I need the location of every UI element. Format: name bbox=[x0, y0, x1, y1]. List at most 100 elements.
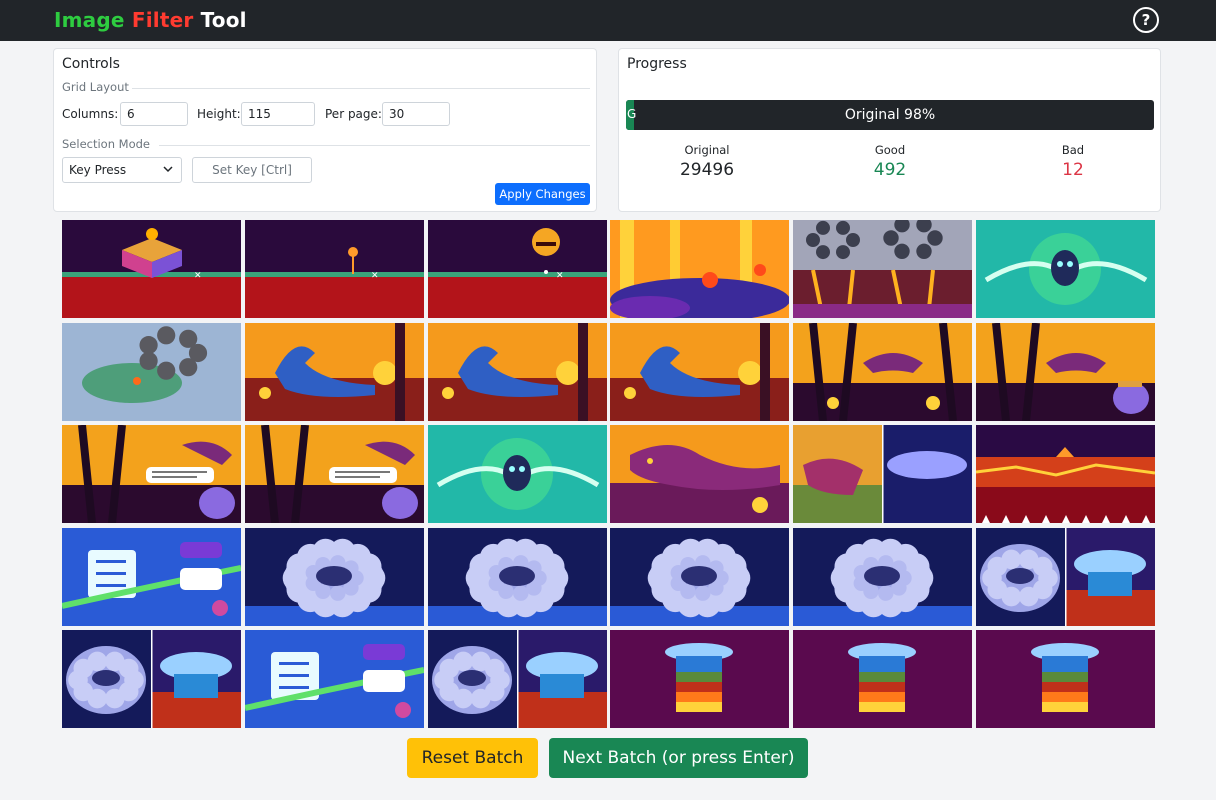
image-thumbnail[interactable] bbox=[975, 322, 1155, 421]
thumbnail-image bbox=[244, 425, 424, 523]
app-title-word-2: Filter bbox=[131, 8, 194, 32]
thumbnail-image bbox=[62, 322, 241, 421]
thumbnail-image bbox=[793, 630, 973, 728]
image-thumbnail[interactable] bbox=[610, 425, 790, 523]
columns-input[interactable]: 6 bbox=[120, 102, 188, 126]
thumbnail-image: ✕ bbox=[244, 220, 424, 318]
thumbnail-image bbox=[244, 527, 424, 626]
image-thumbnail[interactable] bbox=[62, 322, 241, 421]
stat-good: Good 492 bbox=[830, 143, 950, 180]
progress-bar-text: Original 98% bbox=[844, 107, 936, 123]
controls-title: Controls bbox=[62, 56, 120, 72]
selection-mode-value: Key Press bbox=[69, 163, 127, 177]
selection-mode-label: Selection Mode bbox=[62, 137, 150, 151]
set-key-button[interactable]: Set Key [Ctrl] bbox=[192, 157, 312, 183]
image-thumbnail[interactable] bbox=[793, 527, 973, 626]
selection-mode-select[interactable]: Key Press bbox=[62, 157, 182, 183]
controls-panel: Controls Grid Layout Columns: 6 Height: … bbox=[53, 48, 597, 212]
app-title: Image Filter Tool bbox=[54, 8, 247, 32]
thumbnail-image bbox=[244, 630, 424, 728]
progress-title: Progress bbox=[627, 56, 687, 72]
thumbnail-image bbox=[427, 630, 607, 728]
thumbnail-image bbox=[793, 425, 973, 523]
stat-bad-label: Bad bbox=[1061, 143, 1085, 157]
image-thumbnail[interactable] bbox=[427, 322, 607, 421]
svg-text:✕: ✕ bbox=[556, 271, 564, 281]
image-thumbnail[interactable] bbox=[62, 630, 241, 728]
stat-good-value: 492 bbox=[873, 160, 907, 180]
stat-original-value: 29496 bbox=[679, 160, 735, 180]
svg-text:✕: ✕ bbox=[371, 271, 379, 281]
image-thumbnail[interactable] bbox=[610, 322, 790, 421]
image-thumbnail[interactable] bbox=[793, 322, 973, 421]
height-label: Height: bbox=[197, 107, 241, 121]
thumbnail-image bbox=[975, 630, 1155, 728]
image-grid: ✕ ✕ ✕ bbox=[62, 220, 1155, 728]
image-thumbnail[interactable] bbox=[244, 527, 424, 626]
height-input[interactable]: 115 bbox=[241, 102, 315, 126]
thumbnail-image bbox=[62, 630, 241, 728]
thumbnail-image bbox=[610, 630, 790, 728]
stat-good-label: Good bbox=[874, 143, 906, 157]
image-thumbnail[interactable] bbox=[975, 220, 1155, 318]
image-thumbnail[interactable] bbox=[244, 630, 424, 728]
next-batch-button[interactable]: Next Batch (or press Enter) bbox=[549, 738, 808, 778]
image-thumbnail[interactable] bbox=[793, 630, 973, 728]
thumbnail-image bbox=[610, 322, 790, 421]
image-thumbnail[interactable] bbox=[975, 425, 1155, 523]
thumbnail-image bbox=[975, 527, 1155, 626]
image-thumbnail[interactable] bbox=[610, 220, 790, 318]
stat-bad: Bad 12 bbox=[1013, 143, 1133, 180]
image-thumbnail[interactable] bbox=[427, 630, 607, 728]
image-thumbnail[interactable] bbox=[610, 527, 790, 626]
image-thumbnail[interactable] bbox=[244, 425, 424, 523]
stat-original: Original 29496 bbox=[647, 143, 767, 180]
image-thumbnail[interactable] bbox=[427, 425, 607, 523]
thumbnail-image bbox=[610, 220, 790, 318]
thumbnail-image bbox=[427, 322, 607, 421]
help-button[interactable]: ? bbox=[1133, 7, 1159, 33]
thumbnail-image bbox=[427, 527, 607, 626]
thumbnail-image bbox=[975, 322, 1155, 421]
columns-label: Columns: bbox=[62, 107, 119, 121]
image-thumbnail[interactable]: ✕ bbox=[427, 220, 607, 318]
image-thumbnail[interactable] bbox=[793, 220, 973, 318]
grid-layout-divider bbox=[132, 88, 590, 89]
app-title-word-1: Image bbox=[54, 8, 125, 32]
image-thumbnail[interactable] bbox=[62, 425, 241, 523]
top-navbar: Image Filter Tool ? bbox=[0, 0, 1216, 41]
thumbnail-image bbox=[610, 527, 790, 626]
image-thumbnail[interactable] bbox=[975, 527, 1155, 626]
thumbnail-image bbox=[244, 322, 424, 421]
svg-text:✕: ✕ bbox=[194, 271, 202, 281]
apply-changes-button[interactable]: Apply Changes bbox=[495, 183, 590, 205]
image-thumbnail[interactable]: ✕ bbox=[244, 220, 424, 318]
thumbnail-image bbox=[610, 425, 790, 523]
image-thumbnail[interactable]: ✕ bbox=[62, 220, 241, 318]
thumbnail-image bbox=[427, 425, 607, 523]
per-page-input[interactable]: 30 bbox=[382, 102, 450, 126]
image-thumbnail[interactable] bbox=[244, 322, 424, 421]
thumbnail-image bbox=[975, 220, 1155, 318]
stat-original-label: Original bbox=[684, 143, 730, 157]
image-thumbnail[interactable] bbox=[62, 527, 241, 626]
image-thumbnail[interactable] bbox=[427, 527, 607, 626]
thumbnail-image bbox=[793, 322, 973, 421]
thumbnail-image bbox=[62, 425, 241, 523]
app-title-word-3: Tool bbox=[200, 8, 247, 32]
thumbnail-image: ✕ bbox=[62, 220, 241, 318]
thumbnail-image bbox=[975, 425, 1155, 523]
image-thumbnail[interactable] bbox=[610, 630, 790, 728]
thumbnail-image: ✕ bbox=[427, 220, 607, 318]
thumbnail-image bbox=[62, 527, 241, 626]
chevron-down-icon bbox=[163, 166, 173, 173]
progress-bar: G Original 98% bbox=[626, 100, 1154, 130]
per-page-label: Per page: bbox=[325, 107, 382, 121]
progress-panel: Progress G Original 98% Original 29496 G… bbox=[618, 48, 1161, 212]
grid-layout-label: Grid Layout bbox=[62, 80, 129, 94]
reset-batch-button[interactable]: Reset Batch bbox=[407, 738, 538, 778]
image-thumbnail[interactable] bbox=[793, 425, 973, 523]
image-thumbnail[interactable] bbox=[975, 630, 1155, 728]
thumbnail-image bbox=[793, 220, 973, 318]
thumbnail-image bbox=[793, 527, 973, 626]
